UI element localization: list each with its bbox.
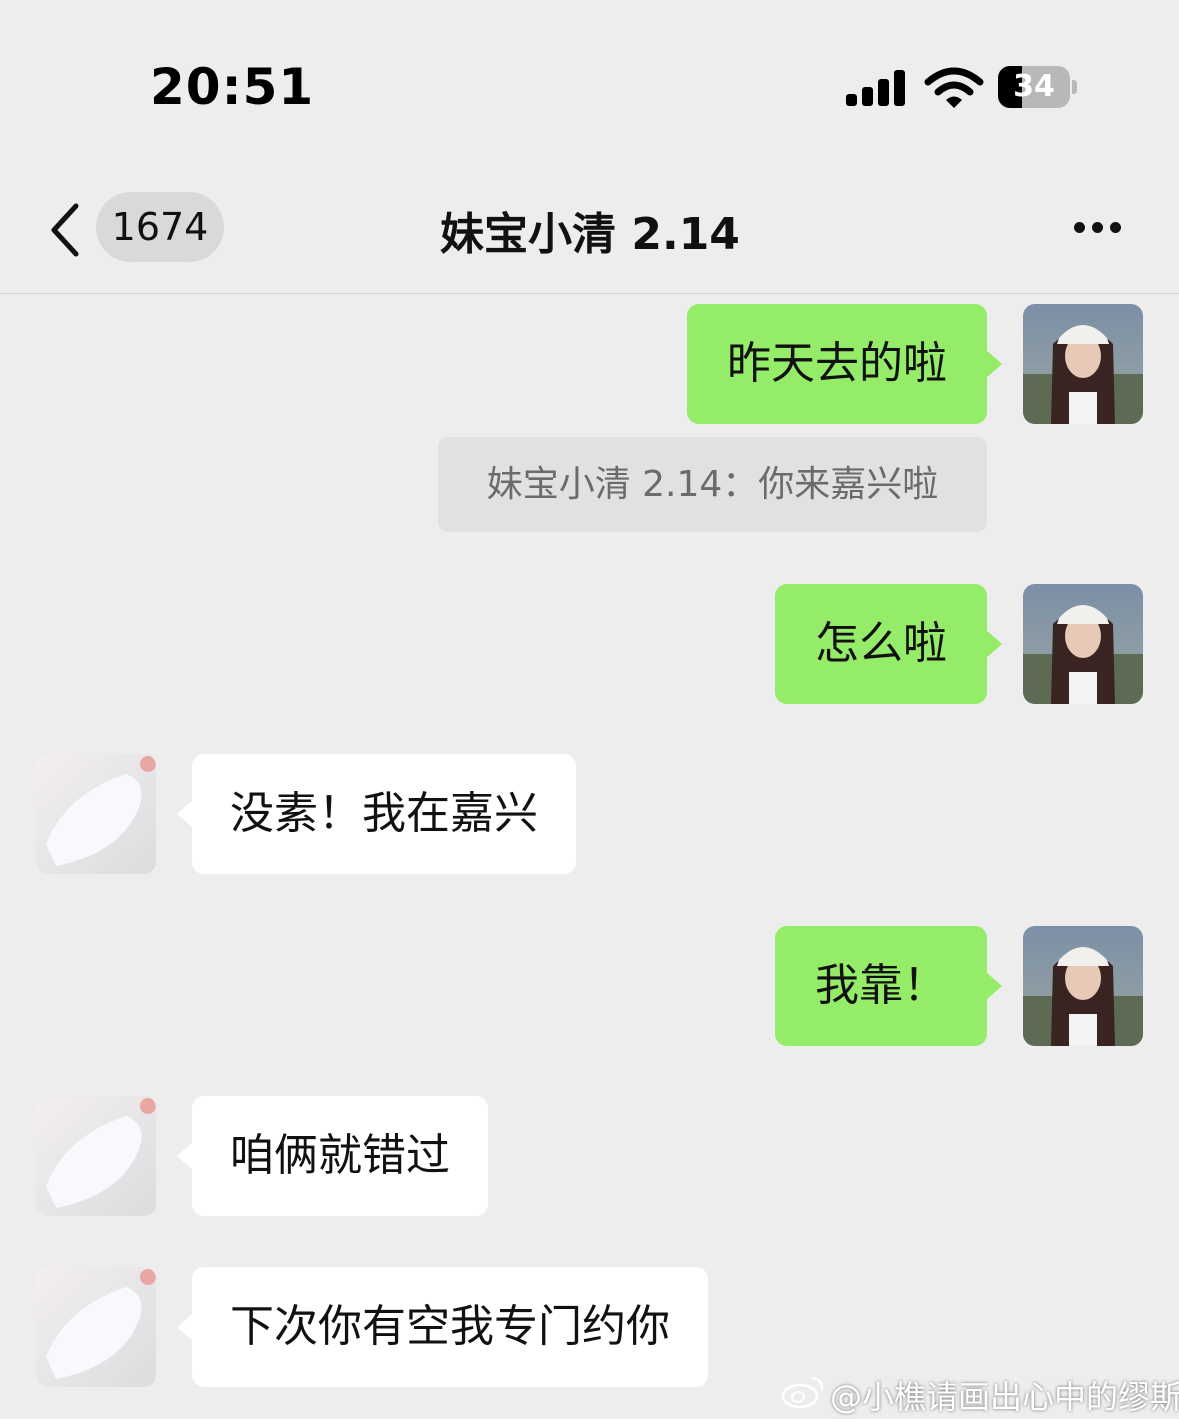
- contact-avatar[interactable]: [36, 1267, 156, 1387]
- wifi-icon: [924, 67, 984, 108]
- status-bar: 20:51 34: [0, 0, 1179, 170]
- contact-avatar-image: [36, 754, 156, 874]
- contact-message-bubble[interactable]: 没素！我在嘉兴: [177, 754, 576, 874]
- battery-icon: 34: [998, 66, 1077, 110]
- contact-avatar[interactable]: [36, 754, 156, 874]
- chat-title: 妹宝小清 2.14: [440, 209, 740, 260]
- my-avatar-image: [1023, 926, 1143, 1046]
- status-time: 20:51: [150, 58, 315, 116]
- my-avatar[interactable]: [1023, 926, 1143, 1046]
- cellular-signal-icon: [846, 70, 906, 106]
- contact-message-bubble[interactable]: 咱俩就错过: [177, 1096, 488, 1216]
- unread-count-badge[interactable]: 1674: [96, 192, 224, 262]
- chat-header: 1674 妹宝小清 2.14: [0, 170, 1179, 294]
- contact-avatar[interactable]: [36, 1096, 156, 1216]
- contact-avatar-image: [36, 1096, 156, 1216]
- contact-avatar-image: [36, 1267, 156, 1387]
- my-message-bubble[interactable]: 怎么啦: [775, 584, 1002, 704]
- my-avatar[interactable]: [1023, 584, 1143, 704]
- quoted-message[interactable]: 妹宝小清 2.14：你来嘉兴啦: [438, 437, 987, 532]
- watermark: @小樵请画出心中的缪斯: [830, 1378, 1179, 1416]
- more-dots-icon[interactable]: [1066, 214, 1128, 242]
- contact-message-bubble[interactable]: 下次你有空我专门约你: [177, 1267, 708, 1387]
- weibo-logo-icon: [781, 1376, 824, 1409]
- my-message-bubble[interactable]: 我靠！: [775, 926, 1002, 1046]
- my-avatar-image: [1023, 584, 1143, 704]
- my-message-bubble[interactable]: 昨天去的啦: [687, 304, 1002, 424]
- my-avatar-image: [1023, 304, 1143, 424]
- my-avatar[interactable]: [1023, 304, 1143, 424]
- battery-level: 34: [1013, 69, 1055, 104]
- back-chevron-icon[interactable]: [40, 200, 90, 260]
